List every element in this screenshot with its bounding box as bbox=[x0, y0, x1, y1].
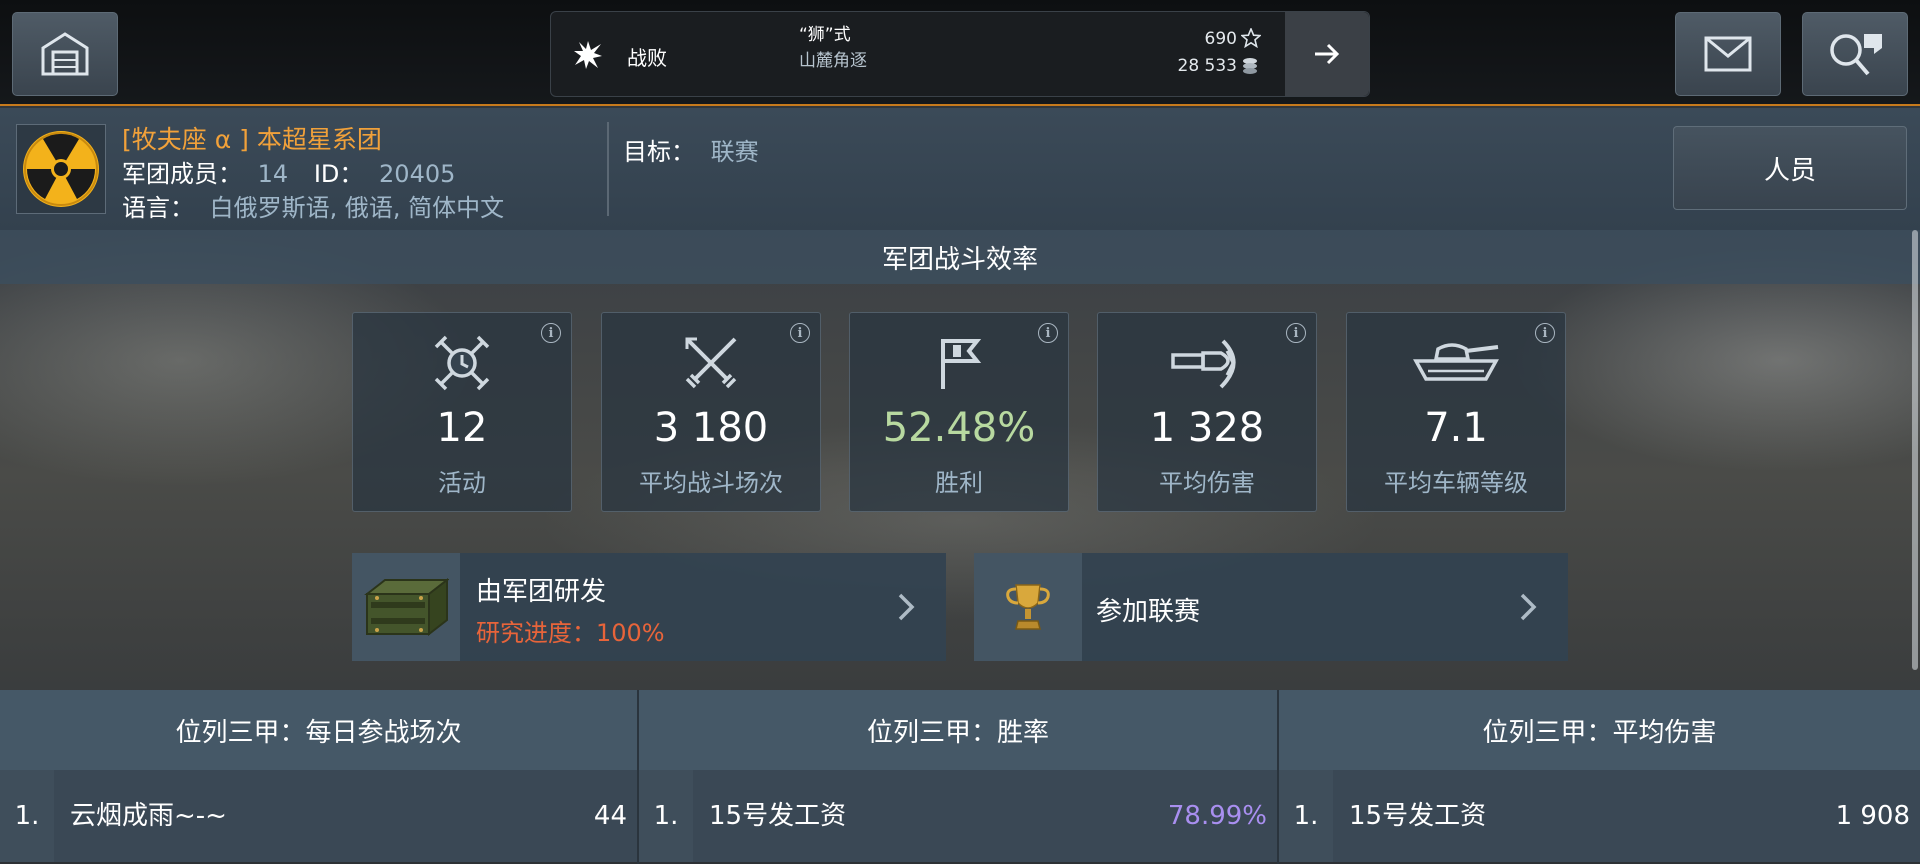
top-bar: 战败 “狮”式 山麓角逐 690 28 533 bbox=[0, 0, 1920, 106]
explosion-icon bbox=[574, 41, 602, 69]
language-value: 白俄罗斯语, 俄语, 简体中文 bbox=[209, 194, 505, 222]
leaderboard-row[interactable]: 1. 15号发工资 78.99% bbox=[639, 770, 1277, 862]
garage-icon bbox=[41, 32, 89, 76]
trophy-thumb bbox=[974, 553, 1082, 661]
stat-card-victories: i 52.48% 胜利 bbox=[849, 312, 1069, 512]
supply-crate-icon bbox=[364, 577, 449, 637]
arrow-right-icon bbox=[1315, 43, 1340, 65]
player-name: 15号发工资 bbox=[709, 801, 847, 831]
trophy-icon bbox=[1006, 584, 1050, 630]
battle-map: 山麓角逐 bbox=[799, 51, 867, 71]
goal-label: 目标： bbox=[623, 138, 695, 166]
clan-header: [牧夫座 α ] 本超星系团 军团成员： 14 ID： 20405 语言： 白俄… bbox=[0, 108, 1920, 230]
stat-label: 平均伤害 bbox=[1159, 469, 1255, 497]
stat-card-activity: i 12 活动 bbox=[352, 312, 572, 512]
join-league-title: 参加联赛 bbox=[1096, 597, 1201, 627]
search-clan-icon bbox=[1830, 34, 1882, 76]
stat-value: 3 180 bbox=[653, 405, 769, 451]
search-clan-button[interactable] bbox=[1802, 12, 1908, 96]
rank: 1. bbox=[0, 770, 54, 862]
clan-members-line: 军团成员： 14 ID： 20405 bbox=[122, 154, 455, 189]
research-title: 由军团研发 bbox=[476, 577, 607, 607]
language-label: 语言： bbox=[122, 194, 194, 222]
crossed-swords-icon bbox=[685, 337, 737, 389]
members-value: 14 bbox=[257, 160, 289, 188]
leaderboard-title: 位列三甲：平均伤害 bbox=[1279, 690, 1920, 770]
stat-value: 1 328 bbox=[1149, 405, 1265, 451]
stat-value: 12 bbox=[436, 405, 488, 451]
join-league-tile[interactable]: 参加联赛 bbox=[974, 553, 1568, 661]
stat-card-avg-tier: i 7.1 平均车辆等级 bbox=[1346, 312, 1566, 512]
player-name: 云烟成雨~-~ bbox=[70, 801, 227, 831]
members-label: 军团成员： bbox=[122, 160, 242, 188]
efficiency-title: 军团战斗效率 bbox=[0, 230, 1920, 284]
leaderboard-daily-battles: 位列三甲：每日参战场次 1. 云烟成雨~-~ 44 bbox=[0, 690, 637, 864]
battle-credits: 28 533 bbox=[1177, 56, 1237, 76]
mail-icon bbox=[1704, 36, 1752, 72]
id-label: ID： bbox=[313, 160, 364, 188]
personnel-button[interactable]: 人员 bbox=[1673, 126, 1907, 210]
chevron-right-icon bbox=[1520, 593, 1537, 621]
last-battle-bar[interactable]: 战败 “狮”式 山麓角逐 690 28 533 bbox=[550, 11, 1370, 97]
player-name: 15号发工资 bbox=[1349, 801, 1487, 831]
battle-details-button[interactable] bbox=[1285, 12, 1369, 96]
clan-goal: 目标： 联赛 bbox=[623, 132, 759, 167]
goal-value: 联赛 bbox=[710, 138, 759, 166]
activity-icon bbox=[434, 335, 490, 391]
star-icon bbox=[1241, 28, 1261, 48]
battle-result: 战败 bbox=[627, 46, 667, 70]
clan-research-tile[interactable]: 由军团研发 研究进度：100% bbox=[352, 553, 946, 661]
rank: 1. bbox=[1279, 770, 1333, 862]
leaderboard-row[interactable]: 1. 云烟成雨~-~ 44 bbox=[0, 770, 637, 862]
leaderboard-row[interactable]: 1. 15号发工资 1 908 bbox=[1279, 770, 1920, 862]
leaderboard-win-rate: 位列三甲：胜率 1. 15号发工资 78.99% bbox=[639, 690, 1277, 864]
leaderboard-avg-damage: 位列三甲：平均伤害 1. 15号发工资 1 908 bbox=[1279, 690, 1920, 864]
player-value: 44 bbox=[593, 801, 627, 831]
supply-crate-thumb bbox=[352, 553, 460, 661]
stat-label: 胜利 bbox=[935, 469, 983, 497]
leaderboard-title: 位列三甲：胜率 bbox=[639, 690, 1277, 770]
stat-card-avg-damage: i 1 328 平均伤害 bbox=[1097, 312, 1317, 512]
clan-language-line: 语言： 白俄罗斯语, 俄语, 简体中文 bbox=[122, 188, 504, 223]
stat-label: 活动 bbox=[438, 469, 486, 497]
battle-experience: 690 bbox=[1204, 29, 1237, 49]
player-value: 1 908 bbox=[1835, 801, 1910, 831]
stat-card-avg-battles: i 3 180 平均战斗场次 bbox=[601, 312, 821, 512]
stat-label: 平均车辆等级 bbox=[1384, 469, 1528, 497]
id-value: 20405 bbox=[379, 160, 456, 188]
flag-icon bbox=[941, 339, 982, 389]
research-progress: 研究进度：100% bbox=[476, 619, 665, 647]
coins-icon bbox=[1243, 58, 1257, 74]
scrollbar[interactable] bbox=[1912, 230, 1918, 670]
garage-button[interactable] bbox=[12, 12, 118, 96]
clan-name: [牧夫座 α ] 本超星系团 bbox=[122, 125, 382, 154]
rank: 1. bbox=[639, 770, 693, 862]
header-divider bbox=[607, 122, 609, 216]
stat-value-win-rate: 52.48% bbox=[882, 405, 1036, 451]
leaderboard-title: 位列三甲：每日参战场次 bbox=[0, 690, 637, 770]
shell-icon bbox=[1171, 339, 1236, 389]
player-value: 78.99% bbox=[1167, 801, 1267, 831]
stat-label: 平均战斗场次 bbox=[639, 469, 783, 497]
chevron-right-icon bbox=[898, 593, 915, 621]
mail-button[interactable] bbox=[1675, 12, 1781, 96]
stat-value: 7.1 bbox=[1424, 405, 1488, 451]
clan-emblem bbox=[16, 124, 106, 214]
battle-vehicle: “狮”式 bbox=[799, 25, 851, 45]
radiation-emblem-icon bbox=[23, 131, 99, 207]
tank-icon bbox=[1413, 343, 1499, 381]
